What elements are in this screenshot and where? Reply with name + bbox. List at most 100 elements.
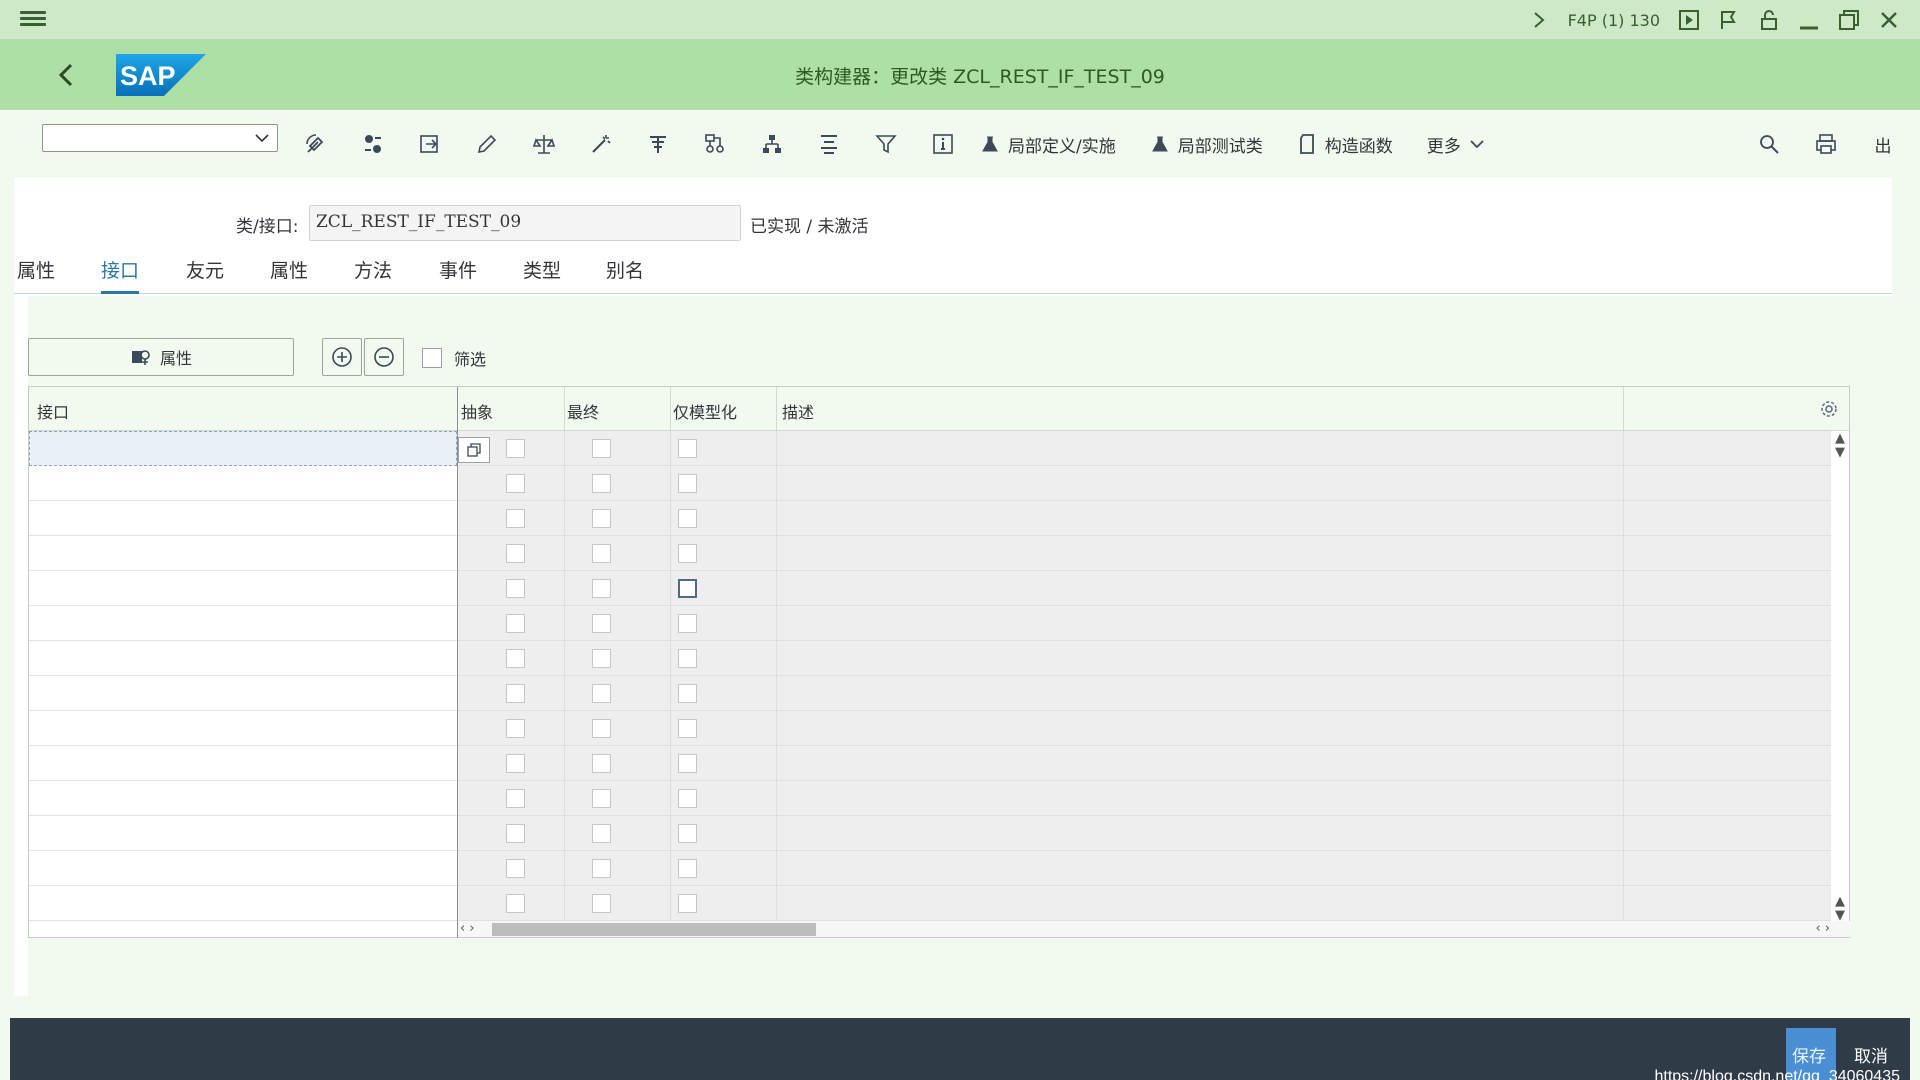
final-checkbox[interactable]: [592, 439, 611, 458]
copy-icon[interactable]: [458, 437, 490, 463]
abstract-checkbox[interactable]: [506, 684, 525, 703]
scroll-up-icon[interactable]: ▲: [1835, 431, 1845, 446]
interface-cell[interactable]: [29, 571, 457, 606]
abstract-checkbox[interactable]: [506, 894, 525, 913]
remove-row-button[interactable]: [364, 338, 404, 376]
final-checkbox[interactable]: [592, 789, 611, 808]
interface-cell[interactable]: [29, 816, 457, 851]
table-row[interactable]: [29, 431, 1849, 466]
unlock-icon[interactable]: [1758, 9, 1780, 31]
table-row[interactable]: [29, 501, 1849, 536]
tab-methods[interactable]: 方法: [354, 256, 392, 291]
local-definition-button[interactable]: 局部定义/实施: [980, 127, 1116, 161]
abstract-checkbox[interactable]: [506, 719, 525, 738]
gear-icon[interactable]: [1819, 399, 1839, 419]
filter-icon[interactable]: [866, 127, 906, 161]
final-checkbox[interactable]: [592, 544, 611, 563]
final-checkbox[interactable]: [592, 474, 611, 493]
search-icon[interactable]: [1749, 127, 1789, 161]
modeled-only-checkbox[interactable]: [678, 789, 697, 808]
check-balance-icon[interactable]: [524, 127, 564, 161]
maximize-icon[interactable]: [1838, 9, 1860, 31]
exit-button[interactable]: 出: [1863, 127, 1903, 161]
table-row[interactable]: [29, 816, 1849, 851]
interface-cell[interactable]: [29, 501, 457, 536]
filter-checkbox[interactable]: [422, 348, 442, 368]
tab-properties[interactable]: 属性: [17, 256, 55, 291]
column-header-abstract[interactable]: 抽象: [461, 399, 493, 423]
modeled-only-checkbox[interactable]: [678, 894, 697, 913]
final-checkbox[interactable]: [592, 754, 611, 773]
modeled-only-checkbox[interactable]: [678, 544, 697, 563]
final-checkbox[interactable]: [592, 894, 611, 913]
interface-cell[interactable]: [29, 641, 457, 676]
abstract-checkbox[interactable]: [506, 509, 525, 528]
abstract-checkbox[interactable]: [506, 579, 525, 598]
interface-cell[interactable]: [29, 536, 457, 571]
modeled-only-checkbox[interactable]: [678, 614, 697, 633]
table-row[interactable]: [29, 746, 1849, 781]
vertical-scrollbar[interactable]: ▲ ▼ ▲ ▼: [1831, 431, 1849, 923]
abstract-checkbox[interactable]: [506, 649, 525, 668]
abstract-checkbox[interactable]: [506, 859, 525, 878]
scroll-right-icon[interactable]: ‹ ›: [1815, 921, 1830, 936]
scroll-left-icon[interactable]: ‹ ›: [460, 921, 475, 936]
final-checkbox[interactable]: [592, 509, 611, 528]
abstract-checkbox[interactable]: [506, 614, 525, 633]
scroll-top-icon[interactable]: ▲: [1835, 894, 1845, 909]
final-checkbox[interactable]: [592, 614, 611, 633]
table-row[interactable]: [29, 886, 1849, 921]
chevron-right-icon[interactable]: [1528, 9, 1550, 31]
local-test-class-button[interactable]: 局部测试类: [1150, 127, 1263, 161]
info-icon[interactable]: [923, 127, 963, 161]
abstract-checkbox[interactable]: [506, 439, 525, 458]
class-interface-input[interactable]: ZCL_REST_IF_TEST_09: [309, 205, 741, 241]
hierarchy-icon[interactable]: [752, 127, 792, 161]
horizontal-scroll-thumb[interactable]: [492, 923, 816, 936]
interface-cell[interactable]: [29, 606, 457, 641]
modeled-only-checkbox[interactable]: [678, 509, 697, 528]
toolbar-dropdown[interactable]: [42, 124, 278, 152]
column-header-final[interactable]: 最终: [567, 399, 599, 423]
toggle-display-change-icon[interactable]: [296, 127, 336, 161]
add-row-button[interactable]: [322, 338, 362, 376]
table-row[interactable]: [29, 536, 1849, 571]
test-icon[interactable]: [638, 127, 678, 161]
table-row[interactable]: [29, 781, 1849, 816]
abstract-checkbox[interactable]: [506, 789, 525, 808]
table-row[interactable]: [29, 711, 1849, 746]
play-icon[interactable]: [1678, 9, 1700, 31]
horizontal-scrollbar[interactable]: ‹ › ‹ ›: [458, 921, 1850, 937]
table-row[interactable]: [29, 466, 1849, 501]
abstract-checkbox[interactable]: [506, 474, 525, 493]
tab-attributes[interactable]: 属性: [270, 256, 308, 291]
flag-icon[interactable]: [1718, 9, 1740, 31]
tab-interfaces[interactable]: 接口: [101, 256, 140, 294]
close-icon[interactable]: [1878, 9, 1900, 31]
modeled-only-checkbox[interactable]: [678, 649, 697, 668]
activate-magic-wand-icon[interactable]: [581, 127, 621, 161]
table-row[interactable]: [29, 676, 1849, 711]
more-button[interactable]: 更多: [1427, 127, 1485, 161]
modeled-only-checkbox[interactable]: [678, 439, 697, 458]
modeled-only-checkbox[interactable]: [678, 579, 697, 598]
edit-icon[interactable]: [467, 127, 507, 161]
scroll-down-icon[interactable]: ▼: [1835, 445, 1845, 460]
interface-cell[interactable]: [29, 676, 457, 711]
minimize-icon[interactable]: [1798, 9, 1820, 31]
interface-cell[interactable]: [29, 781, 457, 816]
interface-cell[interactable]: [29, 466, 457, 501]
interface-cell[interactable]: [29, 851, 457, 886]
interface-cell[interactable]: [29, 886, 457, 921]
abstract-checkbox[interactable]: [506, 544, 525, 563]
interface-cell[interactable]: [29, 711, 457, 746]
final-checkbox[interactable]: [592, 684, 611, 703]
final-checkbox[interactable]: [592, 719, 611, 738]
align-center-icon[interactable]: [809, 127, 849, 161]
table-row[interactable]: [29, 851, 1849, 886]
interface-cell[interactable]: [29, 746, 457, 781]
switch-objects-icon[interactable]: [353, 127, 393, 161]
tab-aliases[interactable]: 别名: [606, 256, 644, 291]
modeled-only-checkbox[interactable]: [678, 474, 697, 493]
interface-cell[interactable]: [29, 431, 457, 466]
